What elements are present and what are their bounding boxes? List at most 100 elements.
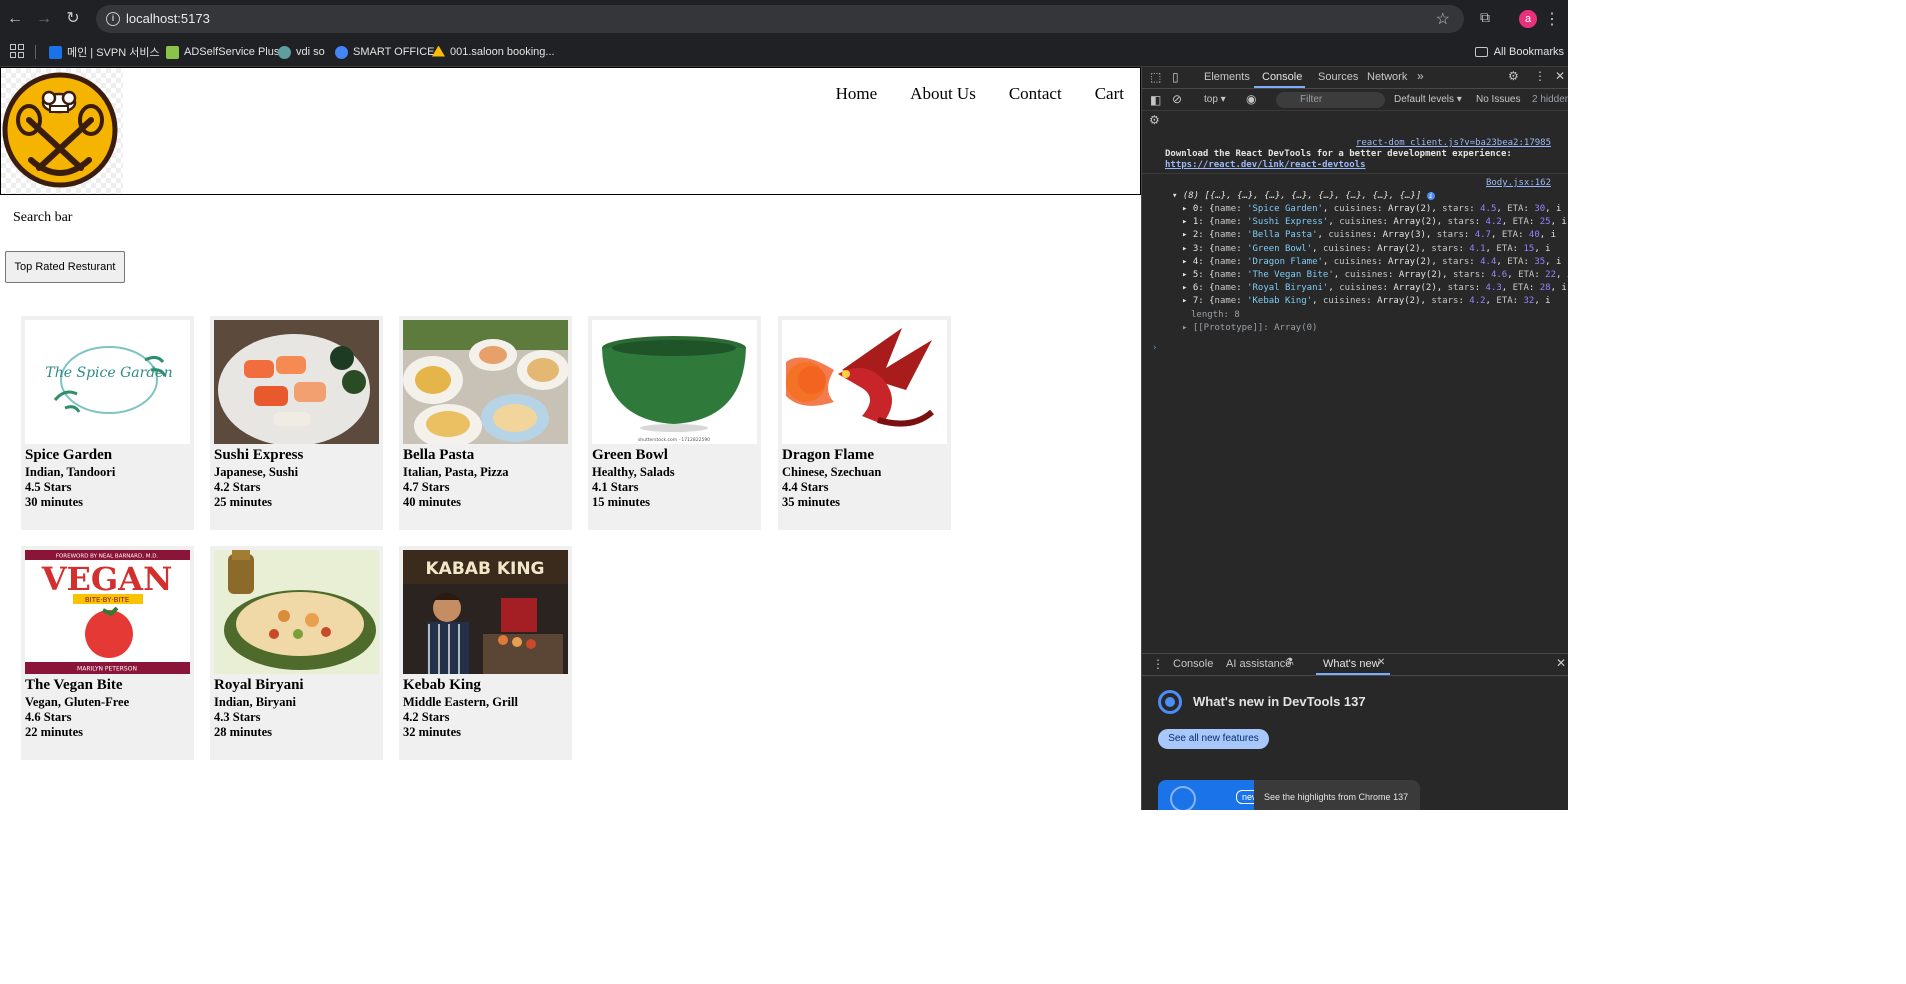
- settings-gear-icon[interactable]: ⚙: [1508, 69, 1519, 83]
- tab-sources[interactable]: Sources: [1318, 71, 1358, 83]
- restaurant-card-spice-garden[interactable]: The Spice Garden Spice Garden Indian, Ta…: [21, 316, 194, 530]
- array-entry[interactable]: ▸ 3: {name: 'Green Bowl', cuisines: Arra…: [1182, 244, 1551, 254]
- site-info-icon[interactable]: i: [106, 12, 120, 26]
- restaurant-card-royal-biryani[interactable]: Royal Biryani Indian, Biryani 4.3 Stars …: [210, 546, 383, 760]
- restaurant-card-bella-pasta[interactable]: Bella Pasta Italian, Pasta, Pizza 4.7 St…: [399, 316, 572, 530]
- array-entry[interactable]: ▸ 4: {name: 'Dragon Flame', cuisines: Ar…: [1182, 257, 1561, 267]
- entry-stars: 4.2: [1469, 296, 1486, 307]
- tab-elements[interactable]: Elements: [1204, 71, 1250, 83]
- console-settings-gear-icon[interactable]: ⚙: [1149, 113, 1160, 127]
- restaurant-eta: 40 minutes: [403, 495, 461, 509]
- restaurant-card-kebab-king[interactable]: KABAB KING Kebab King Middle Eastern, Gr…: [399, 546, 572, 760]
- bookmark-label: ADSelfService Plus: [184, 46, 280, 58]
- bookmark-saloon[interactable]: 001.saloon booking...: [432, 42, 555, 62]
- entry-cuisines: Array(2): [1393, 217, 1437, 228]
- site-logo[interactable]: [1, 68, 123, 194]
- restaurant-eta: 22 minutes: [25, 725, 83, 739]
- restaurant-image: [403, 320, 568, 444]
- device-toolbar-icon[interactable]: ▯: [1172, 70, 1179, 84]
- top-rated-button[interactable]: Top Rated Resturant: [5, 251, 125, 283]
- globe-favicon-icon: [335, 45, 348, 59]
- array-entry[interactable]: ▸ 6: {name: 'Royal Biryani', cuisines: A…: [1182, 283, 1567, 293]
- drawer-menu-icon[interactable]: ⋮: [1152, 657, 1164, 671]
- url-text: localhost:5173: [126, 11, 210, 26]
- close-devtools-icon[interactable]: ✕: [1555, 69, 1565, 83]
- back-icon[interactable]: ←: [5, 9, 25, 29]
- browser-menu-icon[interactable]: ⋮: [1544, 9, 1560, 29]
- nav-contact[interactable]: Contact: [1009, 84, 1062, 104]
- bookmark-svpn[interactable]: 메인 | SVPN 서비스: [49, 42, 160, 62]
- array-entry[interactable]: ▸ 1: {name: 'Sushi Express', cuisines: A…: [1182, 217, 1567, 227]
- react-devtools-link[interactable]: https://react.dev/link/react-devtools: [1165, 160, 1365, 170]
- drawer-tab-ai-assistance[interactable]: AI assistance: [1226, 658, 1291, 670]
- entry-cuisines: Array(2): [1387, 204, 1432, 214]
- logo-text: The Spice Garden: [45, 365, 172, 381]
- biryani-plate-icon: [224, 550, 376, 670]
- source-link[interactable]: react-dom_client.js?v=ba23bea2:17985: [1356, 138, 1551, 148]
- restaurant-name: Kebab King: [403, 677, 481, 693]
- all-bookmarks[interactable]: All Bookmarks: [1474, 42, 1564, 62]
- more-options-icon[interactable]: ⋮: [1534, 69, 1546, 83]
- entry-name: 'Bella Pasta': [1247, 230, 1318, 241]
- entry-cuisines: Array(2): [1387, 256, 1432, 267]
- nav-about-us[interactable]: About Us: [910, 84, 976, 104]
- tab-console[interactable]: Console: [1262, 71, 1302, 83]
- clear-console-icon[interactable]: ⊘: [1172, 92, 1182, 106]
- log-levels-dropdown[interactable]: Default levels ▾: [1394, 94, 1462, 105]
- context-selector[interactable]: top ▾: [1204, 94, 1226, 105]
- bookmark-vdi[interactable]: vdi so: [278, 42, 325, 62]
- issues-counter[interactable]: No Issues: [1476, 94, 1520, 105]
- drawer-tab-whats-new[interactable]: What's new: [1323, 658, 1380, 670]
- prototype-text: [[Prototype]]: Array(0): [1192, 323, 1318, 333]
- restaurant-eta: 35 minutes: [782, 495, 840, 509]
- restaurant-name: Royal Biryani: [214, 677, 304, 693]
- reload-icon[interactable]: ↻: [63, 9, 83, 29]
- restaurant-cuisines: Middle Eastern, Grill: [403, 695, 518, 709]
- more-tabs-icon[interactable]: »: [1417, 69, 1424, 83]
- restaurant-card-sushi-express[interactable]: Sushi Express Japanese, Sushi 4.2 Stars …: [210, 316, 383, 530]
- array-entry[interactable]: ▸ 5: {name: 'The Vegan Bite', cuisines: …: [1182, 270, 1568, 280]
- bookmark-star-icon[interactable]: ☆: [1436, 9, 1450, 29]
- forward-icon[interactable]: →: [34, 9, 54, 29]
- array-summary[interactable]: ▾ (8) [{…}, {…}, {…}, {…}, {…}, {…}, {…}…: [1172, 191, 1435, 201]
- restaurant-card-dragon-flame[interactable]: Dragon Flame Chinese, Szechuan 4.4 Stars…: [778, 316, 951, 530]
- entry-eta: 30: [1534, 204, 1546, 214]
- nav-home[interactable]: Home: [836, 84, 878, 104]
- see-all-features-button[interactable]: See all new features: [1158, 729, 1269, 749]
- drawer-tab-console[interactable]: Console: [1173, 658, 1213, 670]
- extensions-icon[interactable]: ⧉: [1476, 9, 1494, 27]
- nav-cart[interactable]: Cart: [1095, 84, 1124, 104]
- live-expression-eye-icon[interactable]: ◉: [1246, 92, 1256, 106]
- entry-eta: 15: [1523, 243, 1535, 254]
- tab-network[interactable]: Network: [1367, 71, 1407, 83]
- address-bar[interactable]: i localhost:5173 ☆: [96, 5, 1464, 33]
- restaurant-cuisines: Italian, Pasta, Pizza: [403, 465, 509, 479]
- array-prototype[interactable]: ▸ [[Prototype]]: Array(0): [1182, 323, 1317, 333]
- hidden-count: 2 hidden: [1532, 94, 1568, 105]
- bookmark-label: 메인 | SVPN 서비스: [67, 47, 160, 59]
- console-filter-input[interactable]: Filter: [1276, 92, 1385, 108]
- sushi-platter-icon: [218, 334, 370, 444]
- profile-avatar[interactable]: a: [1519, 10, 1537, 28]
- close-drawer-icon[interactable]: ✕: [1556, 656, 1566, 670]
- array-entry[interactable]: ▸ 7: {name: 'Kebab King', cuisines: Arra…: [1182, 296, 1551, 306]
- restaurant-cuisines: Indian, Tandoori: [25, 465, 116, 479]
- console-prompt-icon[interactable]: ›: [1152, 343, 1157, 353]
- close-tab-icon[interactable]: ✕: [1377, 657, 1385, 668]
- bookmark-adselfservice[interactable]: ADSelfService Plus: [166, 42, 279, 62]
- cover-author-text: MARILYN PETERSON: [77, 666, 137, 673]
- apps-grid-icon[interactable]: [10, 44, 24, 58]
- sidebar-toggle-icon[interactable]: ◧: [1150, 93, 1161, 107]
- bookmark-smart-office[interactable]: SMART OFFICE: [335, 42, 435, 62]
- highlights-card[interactable]: new See the highlights from Chrome 137: [1158, 780, 1420, 810]
- chrome-devtools-logo-icon: [1158, 690, 1182, 714]
- restaurant-card-the-vegan-bite[interactable]: FOREWORD BY NEAL BARNARD, M.D. VEGAN BIT…: [21, 546, 194, 760]
- search-bar[interactable]: Search bar: [13, 210, 72, 226]
- array-entry[interactable]: ▸ 2: {name: 'Bella Pasta', cuisines: Arr…: [1182, 230, 1556, 240]
- restaurant-name: Spice Garden: [25, 447, 113, 463]
- active-tab-indicator: [1254, 86, 1305, 88]
- source-link[interactable]: Body.jsx:162: [1486, 178, 1551, 188]
- restaurant-card-green-bowl[interactable]: shutterstock.com · 1712822590 Green Bowl…: [588, 316, 761, 530]
- inspect-element-icon[interactable]: ⬚: [1150, 70, 1161, 84]
- array-entry[interactable]: ▸ 0: {name: 'Spice Garden', cuisines: Ar…: [1182, 204, 1561, 214]
